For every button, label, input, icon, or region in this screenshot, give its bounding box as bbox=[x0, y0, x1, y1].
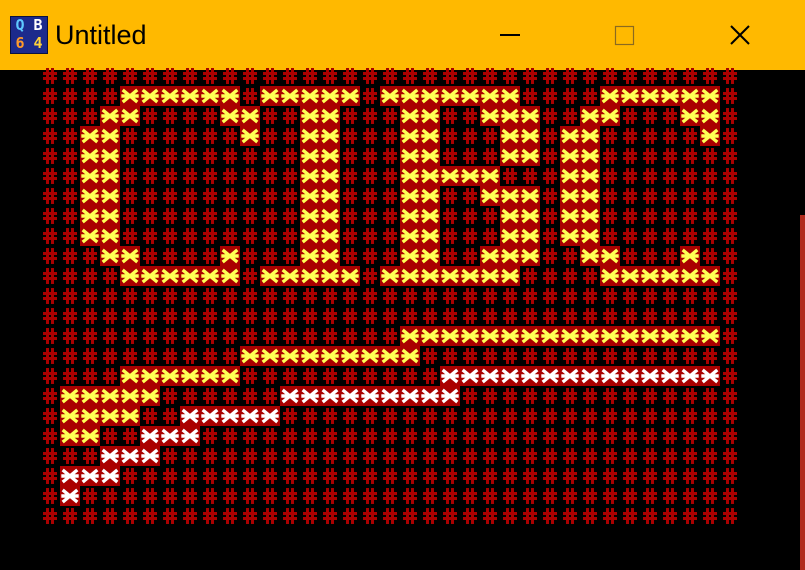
minimize-button[interactable] bbox=[460, 0, 560, 70]
yellow-star-run bbox=[580, 246, 620, 266]
yellow-star-run bbox=[260, 86, 360, 106]
yellow-star-run bbox=[400, 106, 440, 126]
close-button[interactable] bbox=[690, 0, 790, 70]
icon-letter-q: Q bbox=[15, 16, 25, 34]
character-grid bbox=[40, 66, 740, 526]
yellow-star-run bbox=[80, 126, 120, 146]
maximize-button[interactable] bbox=[575, 0, 675, 70]
yellow-star-run bbox=[400, 186, 440, 206]
yellow-star-run bbox=[560, 226, 600, 246]
yellow-star-run bbox=[400, 206, 440, 226]
window-border-edge bbox=[800, 215, 805, 570]
yellow-star-run bbox=[500, 126, 540, 146]
yellow-star-run bbox=[600, 86, 720, 106]
yellow-star-run bbox=[300, 146, 340, 166]
maximize-icon bbox=[614, 25, 635, 46]
yellow-star-run bbox=[400, 326, 720, 346]
yellow-star-run bbox=[500, 226, 540, 246]
yellow-star-run bbox=[400, 146, 440, 166]
window-title: Untitled bbox=[55, 20, 147, 50]
icon-letter-6: 6 bbox=[15, 34, 25, 52]
white-star-run bbox=[440, 366, 720, 386]
yellow-star-run bbox=[600, 266, 720, 286]
yellow-star-run bbox=[80, 166, 120, 186]
yellow-star-run bbox=[220, 246, 240, 266]
yellow-star-run bbox=[480, 106, 540, 126]
yellow-star-run bbox=[80, 206, 120, 226]
icon-letter-4: 4 bbox=[33, 34, 43, 52]
yellow-star-run bbox=[60, 426, 100, 446]
yellow-star-run bbox=[680, 106, 720, 126]
white-star-run bbox=[140, 426, 200, 446]
minimize-icon bbox=[500, 34, 520, 36]
yellow-star-run bbox=[560, 206, 600, 226]
yellow-star-run bbox=[580, 106, 620, 126]
yellow-star-run bbox=[220, 106, 260, 126]
yellow-star-run bbox=[680, 246, 700, 266]
yellow-star-run bbox=[480, 246, 540, 266]
white-star-run bbox=[180, 406, 280, 426]
yellow-star-run bbox=[500, 206, 540, 226]
yellow-star-run bbox=[80, 146, 120, 166]
yellow-star-run bbox=[560, 166, 600, 186]
yellow-star-run bbox=[60, 386, 160, 406]
yellow-star-run bbox=[400, 246, 440, 266]
yellow-star-run bbox=[300, 126, 340, 146]
yellow-star-run bbox=[380, 266, 520, 286]
close-icon bbox=[730, 25, 750, 45]
yellow-star-run bbox=[300, 206, 340, 226]
white-star-run bbox=[100, 446, 160, 466]
program-output-screen bbox=[40, 66, 740, 526]
yellow-star-run bbox=[380, 86, 520, 106]
yellow-star-run bbox=[300, 226, 340, 246]
yellow-star-run bbox=[400, 126, 440, 146]
yellow-star-run bbox=[80, 226, 120, 246]
icon-letter-b: B bbox=[33, 16, 43, 34]
white-star-run bbox=[60, 466, 120, 486]
qb64-app-icon: Q B 6 4 bbox=[10, 16, 48, 54]
yellow-star-run bbox=[300, 106, 340, 126]
yellow-star-run bbox=[120, 86, 240, 106]
yellow-star-run bbox=[240, 346, 420, 366]
yellow-star-run bbox=[120, 366, 240, 386]
yellow-star-run bbox=[560, 146, 600, 166]
yellow-star-run bbox=[700, 126, 720, 146]
yellow-star-run bbox=[480, 186, 540, 206]
white-star-run bbox=[60, 486, 80, 506]
yellow-star-run bbox=[260, 266, 360, 286]
yellow-star-run bbox=[100, 106, 140, 126]
yellow-star-run bbox=[60, 406, 140, 426]
yellow-star-run bbox=[560, 126, 600, 146]
yellow-star-run bbox=[400, 166, 500, 186]
yellow-star-run bbox=[240, 126, 260, 146]
yellow-star-run bbox=[300, 166, 340, 186]
app-window: Q B 6 4 Untitled bbox=[0, 0, 805, 570]
yellow-star-run bbox=[100, 246, 140, 266]
yellow-star-run bbox=[300, 186, 340, 206]
white-star-run bbox=[280, 386, 460, 406]
yellow-star-run bbox=[400, 226, 440, 246]
yellow-star-run bbox=[560, 186, 600, 206]
yellow-star-run bbox=[500, 146, 540, 166]
yellow-star-run bbox=[300, 246, 340, 266]
yellow-star-run bbox=[120, 266, 240, 286]
yellow-star-run bbox=[80, 186, 120, 206]
title-bar[interactable]: Q B 6 4 Untitled bbox=[0, 0, 805, 70]
